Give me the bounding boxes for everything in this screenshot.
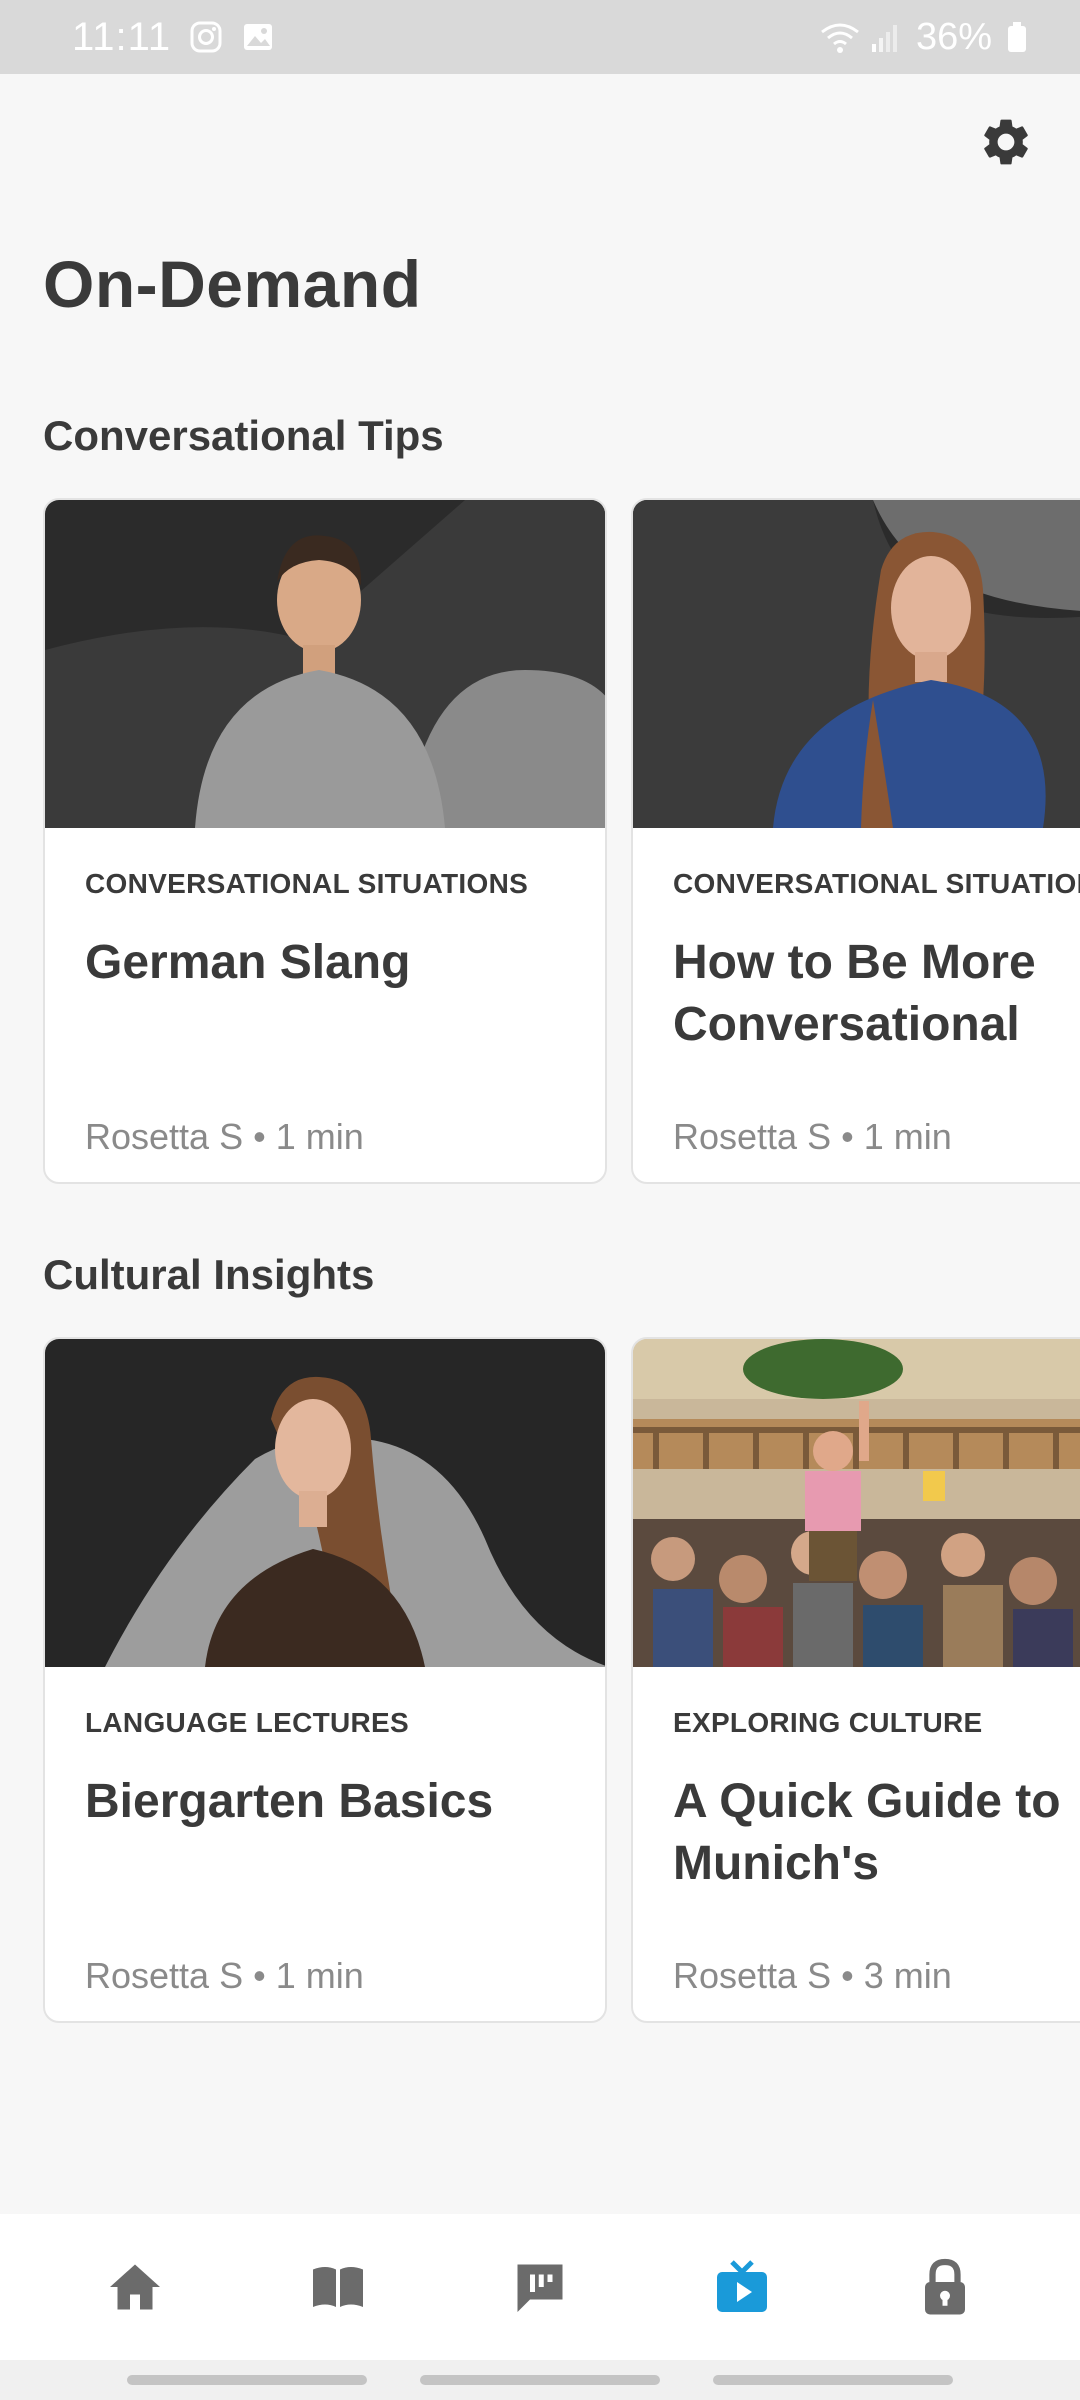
section-title-conversational-tips: Conversational Tips <box>43 412 444 459</box>
card-category: LANGUAGE LECTURES <box>85 1707 409 1738</box>
man-presenter-thumbnail <box>45 500 605 828</box>
gear-icon <box>984 119 1028 165</box>
settings-button[interactable] <box>972 108 1040 176</box>
back-gesture[interactable] <box>713 2375 954 2385</box>
book-icon <box>312 2267 363 2307</box>
status-time: 11:11 <box>72 14 172 59</box>
woman-lecturer-thumbnail <box>45 1339 605 1667</box>
status-right: 36% <box>820 16 1040 59</box>
card-title: How to Be More Conversational <box>673 936 1036 1051</box>
woman-presenter-thumbnail <box>633 500 1080 828</box>
carousel-conversational-tips[interactable]: CONVERSATIONAL SITUATIONS German Slang R… <box>43 498 1080 1184</box>
video-card[interactable]: CONVERSATIONAL SITUATIONS How to Be More… <box>631 498 1080 1184</box>
carousel-cultural-insights[interactable]: LANGUAGE LECTURES Biergarten Basics Rose… <box>43 1337 1080 2023</box>
gallery-icon <box>241 20 275 54</box>
card-title: A Quick Guide to Munich's <box>673 1775 1061 1890</box>
video-card[interactable]: LANGUAGE LECTURES Biergarten Basics Rose… <box>43 1337 607 2023</box>
card-meta: Rosetta S • 3 min <box>673 1955 952 1996</box>
nav-home[interactable] <box>85 2237 185 2337</box>
recents-gesture[interactable] <box>126 2375 367 2385</box>
battery-percentage: 36% <box>915 15 992 58</box>
bottom-navigation <box>0 2214 1080 2360</box>
nav-extended-learning[interactable] <box>895 2237 995 2337</box>
lock-icon <box>924 2258 965 2315</box>
section-title-cultural-insights: Cultural Insights <box>43 1251 375 1298</box>
page-title: On-Demand <box>43 247 422 321</box>
nav-learn[interactable] <box>288 2237 388 2337</box>
nav-on-demand[interactable] <box>692 2237 792 2337</box>
card-meta: Rosetta S • 1 min <box>85 1955 364 1996</box>
chat-bubble-icon <box>517 2264 563 2312</box>
tv-play-icon <box>717 2260 768 2312</box>
card-title: German Slang <box>85 936 411 989</box>
card-title: Biergarten Basics <box>85 1775 494 1828</box>
instagram-icon <box>189 20 223 54</box>
wifi-icon <box>820 20 859 54</box>
home-icon <box>110 2264 161 2310</box>
battery-icon <box>1006 20 1040 54</box>
status-bar: 11:11 36% <box>0 0 1080 74</box>
signal-icon <box>868 20 902 54</box>
system-gesture-bar <box>0 2360 1080 2400</box>
card-meta: Rosetta S • 1 min <box>673 1116 952 1157</box>
status-left: 11:11 <box>72 15 275 60</box>
card-meta: Rosetta S • 1 min <box>85 1116 364 1157</box>
nav-phrasebook[interactable] <box>490 2237 590 2337</box>
card-category: CONVERSATIONAL SITUATIONS <box>85 868 529 899</box>
card-category: CONVERSATIONAL SITUATIONS <box>673 868 1080 899</box>
card-category: EXPLORING CULTURE <box>673 1707 983 1738</box>
home-gesture[interactable] <box>419 2375 660 2385</box>
beer-hall-crowd-thumbnail <box>633 1339 1080 1667</box>
video-card[interactable]: EXPLORING CULTURE A Quick Guide to Munic… <box>631 1337 1080 2023</box>
video-card[interactable]: CONVERSATIONAL SITUATIONS German Slang R… <box>43 498 607 1184</box>
